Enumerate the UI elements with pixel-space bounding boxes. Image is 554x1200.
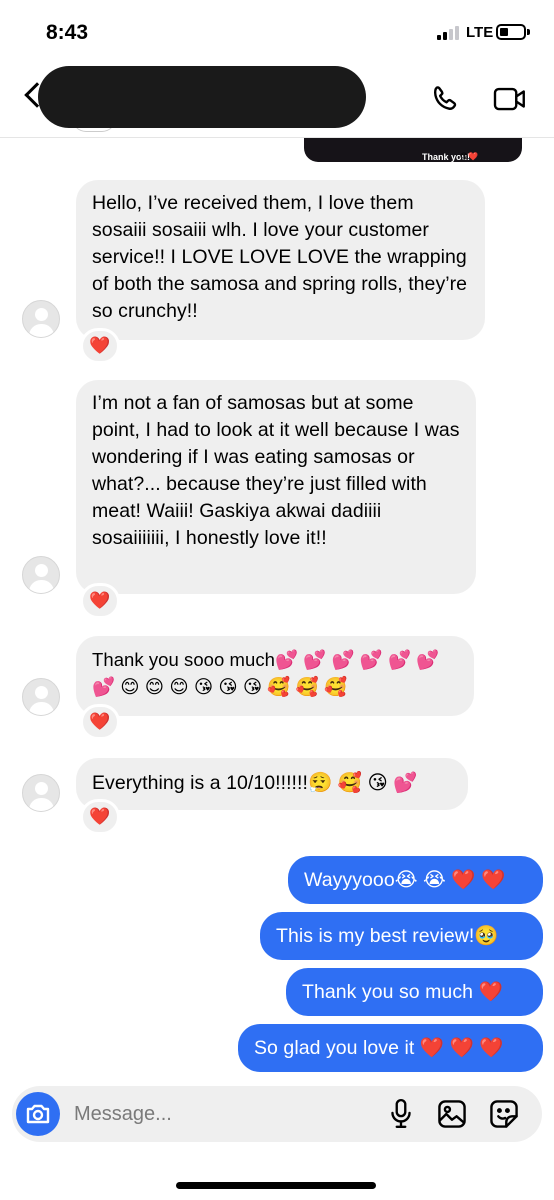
camera-icon (26, 1104, 50, 1124)
heart-reaction[interactable]: ❤️ (80, 704, 120, 740)
gallery-icon[interactable] (436, 1098, 468, 1135)
image-message[interactable]: Thank you! 😋❤️ (304, 138, 522, 162)
camera-button[interactable] (16, 1092, 60, 1136)
heart-reaction[interactable]: ❤️ (80, 583, 120, 619)
image-caption-emoji: 😋❤️ (459, 152, 478, 161)
phone-icon[interactable] (428, 84, 460, 121)
outgoing-message[interactable]: So glad you love it ❤️ ❤️ ❤️ (238, 1024, 543, 1072)
incoming-message[interactable]: Hello, I’ve received them, I love them s… (76, 180, 485, 340)
status-bar: 8:43 LTE (0, 0, 554, 62)
redacted-contact-name[interactable] (38, 66, 366, 128)
sender-avatar[interactable] (22, 774, 60, 812)
incoming-message[interactable]: I’m not a fan of samosas but at some poi… (76, 380, 476, 594)
home-indicator[interactable] (176, 1182, 376, 1189)
heart-reaction[interactable]: ❤️ (80, 799, 120, 835)
message-input[interactable] (74, 1094, 374, 1134)
incoming-message[interactable]: Thank you sooo much💕 💕 💕 💕 💕 💕 💕 😊 😊 😊 😘… (76, 636, 474, 716)
sender-avatar[interactable] (22, 300, 60, 338)
outgoing-message[interactable]: Thank you so much ❤️ (286, 968, 543, 1016)
sender-avatar[interactable] (22, 678, 60, 716)
chat-header (0, 62, 554, 138)
battery-icon (496, 24, 530, 40)
outgoing-message[interactable]: Wayyyooo😭 😭 ❤️ ❤️ (288, 856, 543, 904)
incoming-message[interactable]: Everything is a 10/10!!!!!!😮‍💨 🥰 😘 💕 (76, 758, 468, 810)
heart-reaction[interactable]: ❤️ (80, 328, 120, 364)
video-call-icon[interactable] (492, 84, 528, 119)
status-time: 8:43 (46, 21, 89, 44)
outgoing-message[interactable]: This is my best review!🥹 (260, 912, 543, 960)
sender-avatar[interactable] (22, 556, 60, 594)
message-composer (12, 1086, 542, 1142)
microphone-icon[interactable] (388, 1098, 414, 1135)
sticker-icon[interactable] (488, 1098, 520, 1135)
signal-icon (437, 26, 459, 40)
network-type: LTE (466, 24, 494, 41)
